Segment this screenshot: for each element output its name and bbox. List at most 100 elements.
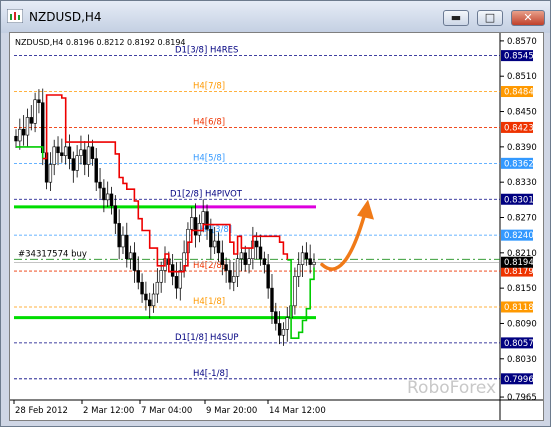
- title-bar[interactable]: NZDUSD,H4 ▬ □ ✕: [1, 1, 550, 33]
- window-title: NZDUSD,H4: [29, 10, 102, 24]
- price-tag-label: 0.8484: [504, 88, 534, 98]
- candle: [151, 293, 156, 307]
- chart-canvas[interactable]: 0.8570 0.8510 0.8450 0.8390 0.8330 0.8270 0.82…: [10, 33, 543, 420]
- candle: [18, 128, 22, 142]
- candle: [174, 276, 179, 289]
- murrey-level-label: H4[5/8]: [193, 153, 225, 163]
- candle: [56, 146, 60, 154]
- candle: [170, 264, 175, 277]
- price-tick-label: 0.8090: [507, 319, 537, 329]
- current-price-label: 0.8194: [504, 258, 534, 268]
- price-tag-label: 0.7996: [504, 375, 534, 385]
- price-tick-label: 0.8330: [507, 178, 537, 188]
- candle: [144, 293, 148, 301]
- candle: [193, 217, 198, 236]
- candle: [52, 146, 56, 165]
- close-button[interactable]: ✕: [511, 10, 545, 26]
- candle: [220, 252, 225, 265]
- candle: [262, 258, 267, 265]
- trailing-stop-red: [42, 94, 289, 273]
- candle: [109, 193, 114, 207]
- candle: [243, 252, 247, 265]
- candle: [270, 287, 274, 312]
- candle: [247, 258, 251, 265]
- candle: [216, 240, 221, 254]
- candle: [239, 252, 244, 260]
- candle: [205, 211, 209, 230]
- candle: [125, 234, 129, 260]
- murrey-level-label: D1[2/8] H4PIVOT: [170, 189, 243, 199]
- candle: [159, 270, 163, 283]
- maximize-button[interactable]: □: [477, 10, 503, 26]
- price-tag-label: 0.8240: [504, 231, 534, 241]
- candle: [232, 276, 236, 283]
- price-tag-label: 0.8118: [504, 303, 534, 313]
- time-tick-label: 28 Feb 2012: [15, 406, 68, 416]
- watermark-logo: RoboForex: [407, 378, 496, 398]
- candle: [212, 240, 217, 248]
- price-tick-label: 0.8570: [507, 37, 537, 47]
- price-tick-label: 0.8030: [507, 355, 537, 365]
- candle: [75, 155, 79, 171]
- candle: [132, 252, 137, 271]
- price-tag-label: 0.8301: [504, 195, 534, 205]
- time-tick-label: 14 Mar 12:00: [269, 406, 326, 416]
- candle: [121, 234, 125, 248]
- candle: [14, 135, 18, 142]
- candle: [105, 193, 110, 201]
- price-tag-label: 0.8545: [504, 52, 534, 62]
- murrey-level-label: H4[6/8]: [193, 117, 225, 127]
- time-tick-label: 2 Mar 12:00: [83, 406, 134, 416]
- close-icon: ✕: [523, 11, 533, 24]
- forecast-arrow-head: [357, 199, 374, 220]
- candle: [117, 223, 121, 248]
- chart-window: NZDUSD,H4 ▬ □ ✕ 0.8570 0.8510 0.8450 0.8390…: [0, 0, 551, 427]
- candle: [41, 102, 45, 154]
- candle: [71, 158, 76, 171]
- candle: [312, 261, 316, 265]
- murrey-level-label: H4[7/8]: [193, 82, 225, 92]
- price-tick-label: 0.8150: [507, 284, 537, 294]
- candle: [228, 270, 232, 283]
- candle: [285, 317, 289, 330]
- candle: [136, 270, 140, 283]
- candle: [277, 323, 282, 336]
- candle: [25, 117, 30, 136]
- murrey-level-label: H4[-1/8]: [193, 369, 228, 379]
- candle: [79, 149, 83, 156]
- chart-app-icon: [7, 9, 23, 23]
- maximize-icon: □: [484, 11, 496, 24]
- candle: [113, 205, 118, 224]
- minimize-button[interactable]: ▬: [443, 10, 469, 26]
- candle: [224, 264, 228, 271]
- candle: [102, 187, 106, 201]
- price-tag-label: 0.8179: [504, 267, 534, 277]
- candle: [308, 258, 312, 265]
- candle: [63, 146, 68, 156]
- price-tag-label: 0.8423: [504, 123, 534, 133]
- chart-info: NZDUSD,H4 0.8196 0.8212 0.8192 0.8194: [15, 38, 186, 47]
- murrey-level-label: H4[3/8]: [200, 225, 232, 235]
- price-tick-label: 0.8390: [507, 143, 537, 153]
- candle: [201, 211, 205, 224]
- murrey-level-label: D1[1/8] H4SUP: [175, 333, 239, 343]
- candle: [33, 99, 37, 124]
- candle: [190, 217, 194, 230]
- minimize-icon: ▬: [450, 11, 462, 24]
- price-tag-label: 0.8057: [504, 339, 534, 349]
- price-tick-label: 0.7965: [507, 393, 537, 403]
- time-tick-label: 7 Mar 04:00: [141, 406, 192, 416]
- candle: [29, 117, 33, 124]
- candle: [258, 246, 263, 260]
- price-chart[interactable]: 0.8570 0.8510 0.8450 0.8390 0.8330 0.8270 0.82…: [9, 32, 544, 421]
- candle: [48, 164, 53, 183]
- price-tick-label: 0.8450: [507, 108, 537, 118]
- candle: [300, 252, 305, 265]
- murrey-level-label: H4[1/8]: [193, 297, 225, 307]
- candle: [235, 258, 240, 277]
- murrey-level-label: D1[3/8] H4RES: [175, 46, 238, 56]
- candle: [274, 311, 278, 324]
- candle: [21, 128, 26, 136]
- candle: [148, 299, 152, 307]
- candle: [293, 276, 297, 307]
